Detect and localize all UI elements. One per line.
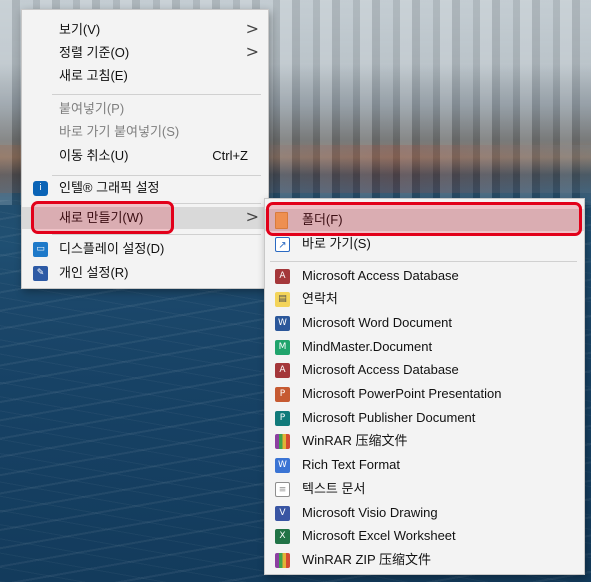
menu-item-refresh[interactable]: 새로 고침(E) — [22, 65, 268, 87]
menu-item-paste[interactable]: 붙여넣기(P) — [22, 98, 268, 120]
menu-item-paste-shortcut[interactable]: 바로 가기 붙여넣기(S) — [22, 121, 268, 143]
new-item-submenu: 폴더(F) ↗ 바로 가기(S) A Microsoft Access Data… — [264, 198, 585, 575]
submenu-item-label: WinRAR ZIP 压缩文件 — [302, 552, 432, 567]
submenu-item-label: Microsoft Word Document — [302, 315, 453, 330]
submenu-item-label: Microsoft Excel Worksheet — [302, 528, 456, 543]
menu-item-label: 디스플레이 설정(D) — [59, 241, 165, 256]
submenu-item-winrar-archive[interactable]: WinRAR 压缩文件 — [265, 430, 584, 452]
keyboard-shortcut: Ctrl+Z — [212, 148, 248, 163]
winrar-icon — [275, 434, 290, 449]
menu-item-label: 붙여넣기(P) — [59, 101, 125, 116]
submenu-item-label: 텍스트 문서 — [302, 481, 366, 496]
submenu-item-word-document[interactable]: W Microsoft Word Document — [265, 312, 584, 334]
submenu-item-excel-worksheet[interactable]: X Microsoft Excel Worksheet — [265, 525, 584, 547]
chevron-right-icon: > — [245, 207, 259, 226]
menu-item-display-settings[interactable]: ▭ 디스플레이 설정(D) — [22, 238, 268, 260]
excel-icon: X — [275, 529, 290, 544]
submenu-item-label: Rich Text Format — [302, 457, 401, 472]
submenu-item-mindmaster-document[interactable]: M MindMaster.Document — [265, 336, 584, 358]
submenu-item-label: Microsoft Access Database — [302, 362, 459, 377]
intel-graphics-icon: i — [33, 181, 48, 196]
submenu-item-text-document[interactable]: ≡ 텍스트 문서 — [265, 478, 584, 500]
menu-item-label: 정렬 기준(O) — [59, 45, 130, 60]
submenu-item-publisher-document[interactable]: P Microsoft Publisher Document — [265, 407, 584, 429]
word-icon: W — [275, 316, 290, 331]
submenu-item-access-database[interactable]: A Microsoft Access Database — [265, 265, 584, 287]
shortcut-icon: ↗ — [275, 237, 290, 252]
menu-item-undo-move[interactable]: 이동 취소(U) Ctrl+Z — [22, 145, 268, 167]
submenu-item-label: Microsoft Visio Drawing — [302, 505, 438, 520]
menu-separator — [52, 94, 261, 95]
rtf-icon: W — [275, 458, 290, 473]
submenu-item-label: Microsoft Publisher Document — [302, 410, 476, 425]
submenu-item-label: 연락처 — [302, 291, 338, 306]
menu-item-personalize[interactable]: ✎ 개인 설정(R) — [22, 262, 268, 284]
submenu-item-label: 폴더(F) — [302, 212, 343, 227]
submenu-item-access-database-2[interactable]: A Microsoft Access Database — [265, 359, 584, 381]
display-icon: ▭ — [33, 242, 48, 257]
submenu-item-label: MindMaster.Document — [302, 339, 433, 354]
submenu-item-folder[interactable]: 폴더(F) — [265, 209, 584, 231]
visio-icon: V — [275, 506, 290, 521]
menu-item-intel-graphics[interactable]: i 인텔® 그래픽 설정 — [22, 177, 268, 199]
desktop-context-menu: 보기(V) > 정렬 기준(O) > 새로 고침(E) 붙여넣기(P) 바로 가… — [21, 9, 269, 289]
submenu-item-winrar-zip-archive[interactable]: WinRAR ZIP 压缩文件 — [265, 549, 584, 571]
publisher-icon: P — [275, 411, 290, 426]
submenu-item-label: WinRAR 压缩文件 — [302, 433, 408, 448]
menu-separator — [52, 175, 261, 176]
contact-icon: ▤ — [275, 292, 290, 307]
chevron-right-icon: > — [245, 19, 259, 38]
submenu-item-rich-text-format[interactable]: W Rich Text Format — [265, 454, 584, 476]
menu-item-new[interactable]: 새로 만들기(W) > — [22, 207, 268, 229]
submenu-item-contact[interactable]: ▤ 연락처 — [265, 288, 584, 310]
menu-item-label: 보기(V) — [59, 22, 101, 37]
menu-item-label: 인텔® 그래픽 설정 — [59, 180, 160, 195]
powerpoint-icon: P — [275, 387, 290, 402]
access-icon: A — [275, 363, 290, 378]
access-icon: A — [275, 269, 290, 284]
menu-separator — [52, 203, 261, 204]
menu-item-label: 새로 고침(E) — [59, 68, 128, 83]
menu-item-label: 새로 만들기(W) — [59, 210, 144, 225]
submenu-item-powerpoint-presentation[interactable]: P Microsoft PowerPoint Presentation — [265, 383, 584, 405]
menu-item-sort-by[interactable]: 정렬 기준(O) > — [22, 42, 268, 64]
chevron-right-icon: > — [245, 42, 259, 61]
winrar-zip-icon — [275, 553, 290, 568]
text-document-icon: ≡ — [275, 482, 290, 497]
submenu-item-label: Microsoft Access Database — [302, 268, 459, 283]
menu-item-label: 개인 설정(R) — [59, 265, 129, 280]
submenu-item-label: 바로 가기(S) — [302, 236, 371, 251]
submenu-item-shortcut[interactable]: ↗ 바로 가기(S) — [265, 233, 584, 255]
menu-item-label: 이동 취소(U) — [59, 148, 129, 163]
menu-separator — [270, 261, 577, 262]
menu-item-view[interactable]: 보기(V) > — [22, 19, 268, 41]
personalize-icon: ✎ — [33, 266, 48, 281]
folder-icon — [275, 212, 288, 229]
menu-separator — [52, 234, 261, 235]
submenu-item-visio-drawing[interactable]: V Microsoft Visio Drawing — [265, 502, 584, 524]
mindmaster-icon: M — [275, 340, 290, 355]
submenu-item-label: Microsoft PowerPoint Presentation — [302, 386, 502, 401]
menu-item-label: 바로 가기 붙여넣기(S) — [59, 124, 180, 139]
